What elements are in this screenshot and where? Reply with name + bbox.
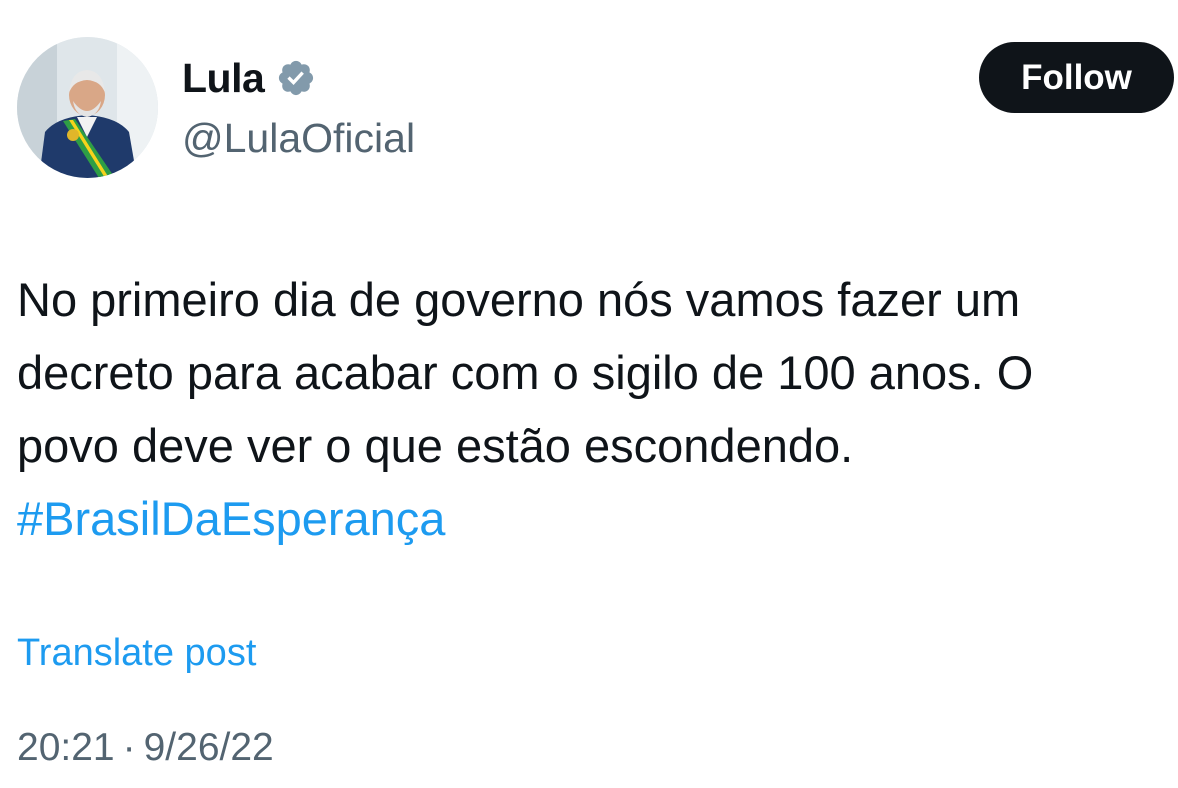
author-handle[interactable]: @LulaOficial [182, 112, 415, 164]
post-text-line: povo deve ver o que estão escondendo. [17, 419, 854, 472]
post-text: No primeiro dia de governo nós vamos faz… [17, 263, 1167, 555]
verified-badge-icon[interactable] [276, 56, 320, 100]
display-name[interactable]: Lula [182, 52, 265, 104]
translate-post-link[interactable]: Translate post [17, 630, 256, 676]
avatar-photo [17, 37, 158, 178]
author-name-row: Lula [182, 52, 320, 104]
post-time: 20:21 [17, 726, 115, 769]
follow-button[interactable]: Follow [979, 42, 1174, 113]
post-text-line: decreto para acabar com o sigilo de 100 … [17, 346, 1034, 399]
post-text-line: No primeiro dia de governo nós vamos faz… [17, 273, 1021, 326]
meta-separator: · [122, 726, 136, 769]
hashtag-link[interactable]: #BrasilDaEsperança [17, 482, 1167, 555]
post-date: 9/26/22 [143, 726, 274, 769]
avatar[interactable] [17, 37, 158, 178]
post-timestamp[interactable]: 20:21 · 9/26/22 [17, 724, 274, 772]
